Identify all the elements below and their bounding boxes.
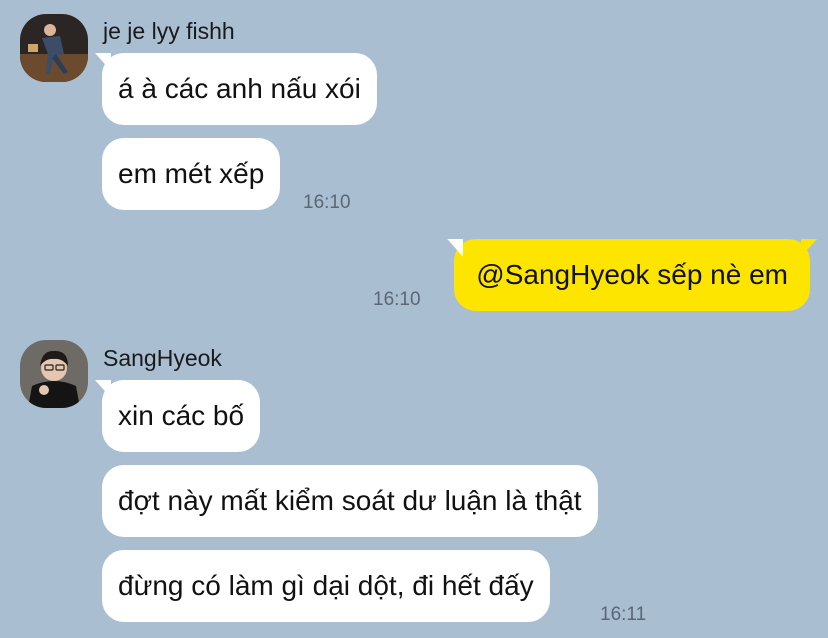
timestamp: 16:10: [373, 289, 421, 310]
message-bubble[interactable]: đừng có làm gì dại dột, đi hết đấy: [102, 550, 550, 622]
timestamp: 16:10: [303, 192, 351, 213]
message-bubble[interactable]: em mét xếp: [102, 138, 281, 210]
avatar[interactable]: [20, 14, 88, 82]
timestamp: 16:11: [600, 604, 647, 625]
outgoing-message-bubble[interactable]: @SangHyeok sếp nè em: [454, 239, 810, 311]
sender-name: SangHyeok: [103, 345, 222, 371]
user-photo-icon: [20, 14, 88, 82]
avatar[interactable]: [20, 340, 88, 408]
sender-name: je je lyy fishh: [103, 18, 235, 44]
message-bubble[interactable]: đợt này mất kiểm soát dư luận là thật: [102, 465, 598, 537]
message-bubble[interactable]: xin các bố: [102, 380, 261, 452]
user-photo-icon: [20, 340, 88, 408]
message-bubble[interactable]: á à các anh nấu xói: [102, 53, 377, 125]
